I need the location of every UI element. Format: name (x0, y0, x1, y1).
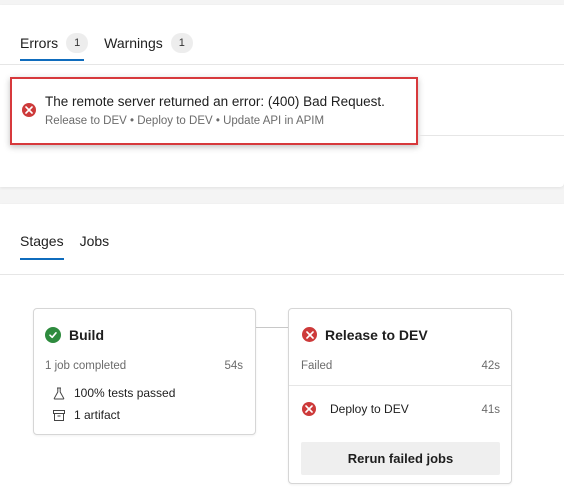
stage-release-name: Release to DEV (325, 327, 428, 343)
stage-connector (256, 327, 288, 328)
warnings-count-badge: 1 (170, 33, 193, 53)
job-duration: 41s (481, 404, 500, 416)
job-deploy-to-dev[interactable]: Deploy to DEV (302, 402, 409, 416)
error-item[interactable]: The remote server returned an error: (40… (10, 77, 418, 145)
stage-build-status: 1 job completed (45, 360, 127, 372)
tab-jobs-label: Jobs (79, 233, 110, 249)
stages-tabs: Stages Jobs (20, 233, 110, 260)
artifact-icon (52, 408, 66, 422)
error-icon (302, 402, 316, 416)
stages-card: Stages Jobs Build 1 job completed 54s 10… (0, 204, 564, 497)
tab-errors-label: Errors (20, 35, 59, 51)
issues-card: Errors 1 Warnings 1 The remote server re… (0, 5, 564, 187)
error-icon (22, 103, 36, 117)
error-icon (302, 327, 317, 342)
issues-tabs-divider (0, 64, 564, 65)
tab-warnings-label: Warnings (104, 35, 163, 51)
stage-release-divider (289, 385, 511, 386)
artifacts-summary[interactable]: 1 artifact (52, 408, 120, 422)
stage-build-duration: 54s (224, 360, 243, 372)
artifacts-summary-label: 1 artifact (74, 408, 121, 422)
tab-jobs[interactable]: Jobs (80, 233, 110, 249)
stage-release-duration: 42s (481, 360, 500, 372)
errors-count-badge: 1 (66, 33, 89, 53)
tab-warnings[interactable]: Warnings 1 (104, 33, 193, 53)
stage-build-name: Build (69, 327, 104, 343)
job-name: Deploy to DEV (330, 402, 409, 416)
error-message: The remote server returned an error: (40… (45, 94, 385, 109)
tests-summary[interactable]: 100% tests passed (52, 386, 175, 400)
stage-release-to-dev[interactable]: Release to DEV Failed 42s Deploy to DEV … (288, 308, 512, 484)
tests-summary-label: 100% tests passed (74, 386, 176, 400)
issues-tabs: Errors 1 Warnings 1 (20, 33, 193, 61)
tab-stages[interactable]: Stages (20, 233, 64, 260)
flask-icon (52, 386, 66, 400)
success-check-icon (45, 327, 61, 343)
tab-stages-label: Stages (20, 233, 64, 249)
error-path: Release to DEV • Deploy to DEV • Update … (45, 115, 325, 127)
stage-release-status: Failed (301, 360, 333, 372)
error-row-divider (418, 135, 564, 136)
stages-tabs-divider (0, 274, 564, 275)
tab-errors[interactable]: Errors 1 (20, 33, 89, 61)
rerun-failed-jobs-button[interactable]: Rerun failed jobs (301, 442, 500, 475)
stage-build[interactable]: Build 1 job completed 54s 100% tests pas… (33, 308, 256, 435)
